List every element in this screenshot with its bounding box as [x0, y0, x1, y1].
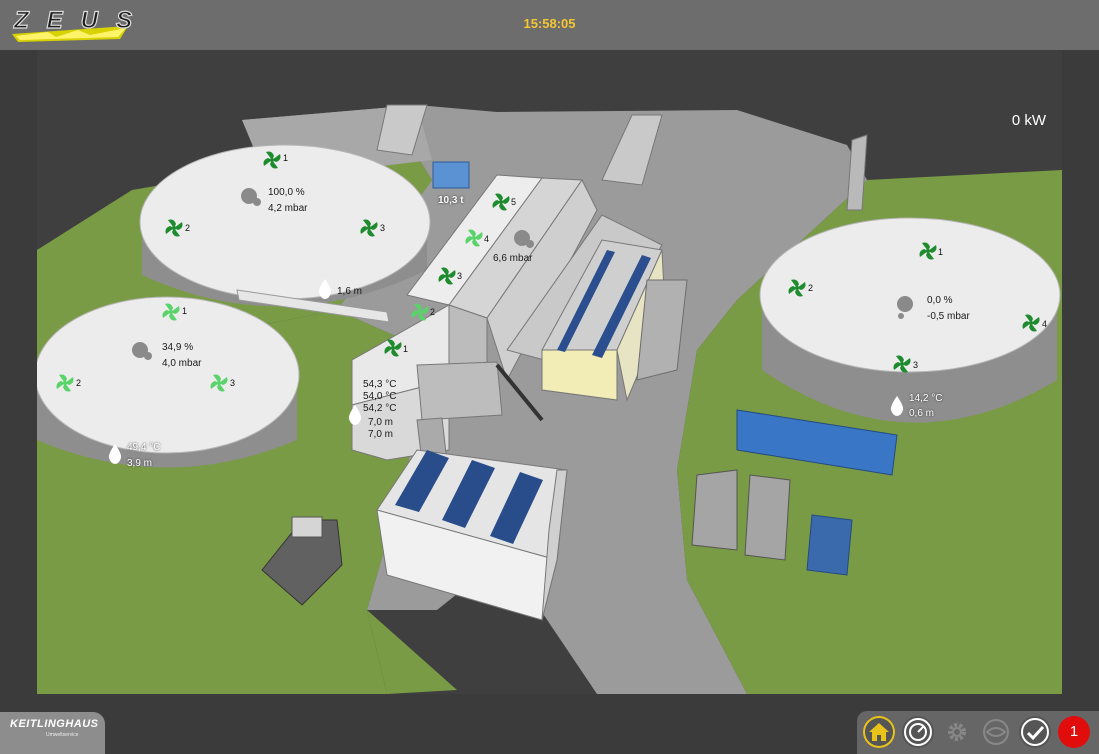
alarm-check-button[interactable]	[1019, 716, 1051, 748]
fan-number: 1	[283, 153, 289, 163]
nav-bar: 1	[857, 711, 1099, 754]
fan-icon	[893, 355, 911, 373]
fan-icon[interactable]	[437, 266, 457, 286]
scale-weight: 10,3 t	[438, 195, 464, 206]
tank-fill-value: 100,0 %	[268, 187, 305, 198]
fan-number: 1	[403, 344, 409, 354]
tank-level-value: 3,9 m	[127, 458, 153, 469]
fan-number: 5	[511, 197, 517, 207]
fan-number: 4	[1042, 319, 1048, 329]
fan-icon	[438, 267, 456, 285]
tank-level-value: 0,6 m	[909, 408, 935, 419]
fan-icon[interactable]	[491, 192, 511, 212]
gauge-icon	[904, 718, 932, 746]
building-temperature-3: 54,2 °C	[363, 403, 397, 414]
tank-temperature-value: 14,2 °C	[909, 393, 943, 404]
building-level-2: 7,0 m	[368, 429, 394, 440]
plant-overview: 0 kW 1 2 3 100,0 % 4,2 mbar 1,6 m 1 2 3 …	[37, 50, 1062, 694]
settings-button[interactable]	[941, 716, 973, 748]
tank-level-value: 1,6 m	[337, 286, 363, 297]
fan-icon[interactable]	[209, 373, 229, 393]
fan-icon	[165, 219, 183, 237]
fan-icon[interactable]	[161, 302, 181, 322]
home-button[interactable]	[863, 716, 895, 748]
tank-temperature-value: 49,4 °C	[127, 442, 161, 453]
header-bar: ZEUS 15:58:05	[0, 0, 1099, 50]
power-readout: 0 kW	[1011, 112, 1046, 129]
brand-subtitle: Umweltservice	[46, 732, 79, 738]
eye-icon	[983, 719, 1009, 745]
fan-icon[interactable]	[262, 150, 282, 170]
building-temperature-1: 54,3 °C	[363, 379, 397, 390]
drop-icon	[108, 444, 122, 464]
fan-icon[interactable]	[383, 338, 403, 358]
home-icon	[869, 723, 889, 741]
clock: 15:58:05	[523, 16, 576, 31]
gas-bubble-icon	[897, 296, 913, 319]
fan-icon[interactable]	[464, 228, 484, 248]
fan-icon	[919, 242, 937, 260]
alarm-check-icon	[1021, 718, 1049, 746]
fan-number: 2	[430, 307, 436, 317]
fan-icon	[492, 193, 510, 211]
fan-icon	[210, 374, 228, 392]
gas-bubble-icon	[241, 188, 261, 206]
gas-bubble-icon	[514, 230, 534, 248]
fan-icon	[162, 303, 180, 321]
fan-number: 4	[484, 234, 490, 244]
gas-bubble-icon	[132, 342, 152, 360]
fan-number: 1	[938, 247, 944, 257]
tank-fill-value: 34,9 %	[162, 342, 194, 353]
fan-number: 2	[76, 378, 82, 388]
building-pressure-value: 6,6 mbar	[493, 253, 533, 264]
fan-icon[interactable]	[787, 278, 807, 298]
fan-icon	[360, 219, 378, 237]
tank-fill-value: 0,0 %	[927, 295, 953, 306]
gear-icon	[948, 723, 966, 741]
drop-icon	[348, 405, 362, 425]
tank-pressure-value: 4,2 mbar	[268, 203, 308, 214]
brand-logo: KEITLINGHAUS Umweltservice	[0, 712, 105, 754]
gauge-button[interactable]	[902, 716, 934, 748]
building-temperature-2: 54,0 °C	[363, 391, 397, 402]
fan-icon	[1022, 314, 1040, 332]
tank-pressure-value: 4,0 mbar	[162, 358, 202, 369]
fan-icon	[263, 151, 281, 169]
fan-icon	[384, 339, 402, 357]
fan-number: 2	[185, 223, 191, 233]
fan-icon[interactable]	[410, 302, 430, 322]
fan-number: 3	[457, 271, 463, 281]
monitor-button[interactable]	[980, 716, 1012, 748]
building-level-1: 7,0 m	[368, 417, 394, 428]
drop-icon	[890, 396, 904, 416]
fan-number: 3	[913, 360, 919, 370]
fan-icon[interactable]	[1021, 313, 1041, 333]
brand-name: KEITLINGHAUS	[10, 718, 99, 730]
fan-number: 3	[230, 378, 236, 388]
fan-icon[interactable]	[892, 354, 912, 374]
fan-icon[interactable]	[55, 373, 75, 393]
fan-icon	[788, 279, 806, 297]
fan-number: 3	[380, 223, 386, 233]
fan-icon[interactable]	[164, 218, 184, 238]
fan-number: 1	[182, 306, 188, 316]
tank-pressure-value: -0,5 mbar	[927, 311, 970, 322]
fan-icon	[465, 229, 483, 247]
fan-icon[interactable]	[918, 241, 938, 261]
fan-icon	[411, 303, 429, 321]
fan-icon	[56, 374, 74, 392]
alarm-count-badge[interactable]: 1	[1058, 716, 1090, 748]
drop-icon	[318, 279, 332, 299]
fan-icon[interactable]	[359, 218, 379, 238]
fan-number: 2	[808, 283, 814, 293]
